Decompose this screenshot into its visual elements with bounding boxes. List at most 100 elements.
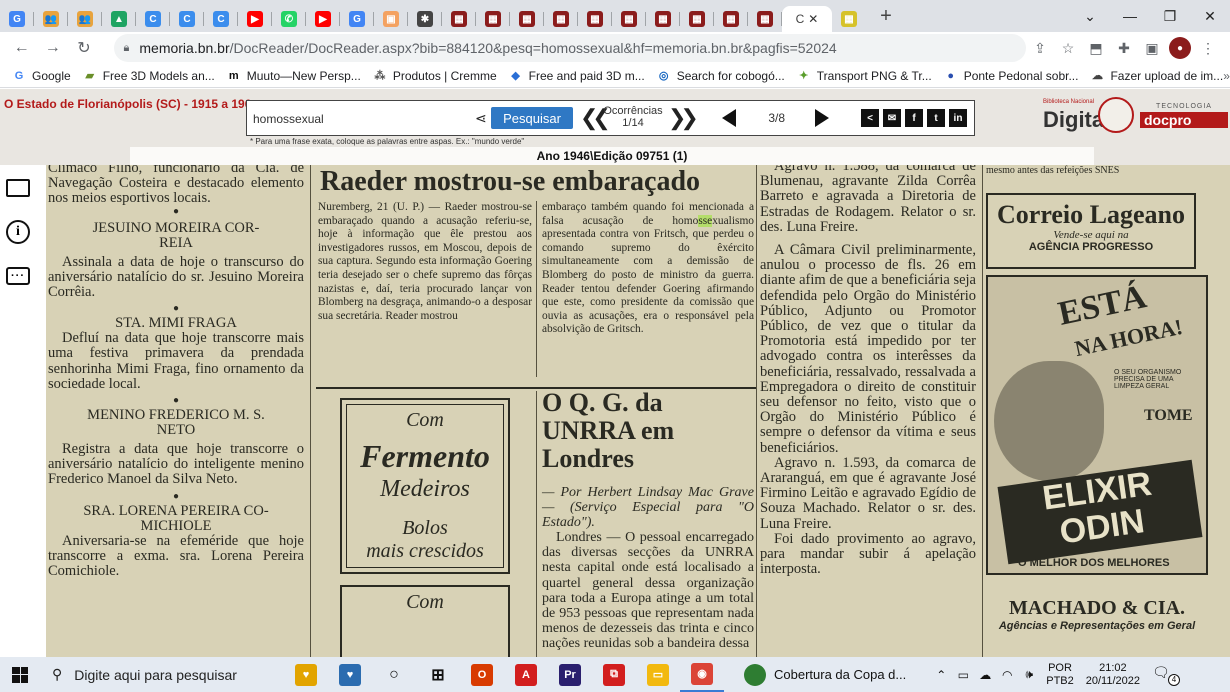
browser-tab[interactable]: C — [170, 6, 204, 32]
bookmarks-more-button[interactable]: » — [1223, 69, 1230, 83]
browser-tab[interactable]: G — [340, 6, 374, 32]
browser-tab[interactable]: ▦ — [442, 6, 476, 32]
avatar[interactable]: ● — [1169, 37, 1191, 59]
browser-tab[interactable]: ▦ — [646, 6, 680, 32]
taskbar-app[interactable]: ♥ — [284, 657, 328, 692]
social-share: < ✉ f t in — [861, 109, 971, 127]
youtube-icon: ▶ — [247, 11, 263, 27]
browser-tab[interactable]: ▶ — [238, 6, 272, 32]
email-icon[interactable]: ✉ — [883, 109, 901, 127]
taskbar-app[interactable]: ○ — [372, 657, 416, 692]
volume-icon[interactable]: 🕪︎ — [1018, 667, 1040, 682]
bookmark-item[interactable]: m Muuto—New Persp... — [227, 69, 361, 83]
bookmark-item[interactable]: G Google — [12, 69, 71, 83]
browser-tab[interactable]: ✆ — [272, 6, 306, 32]
bookmark-item[interactable]: ⁂ Produtos | Cremme — [373, 69, 496, 83]
court-text: Agravo n. 1.593, da comarca de Araranguá… — [760, 454, 976, 532]
tab-last[interactable]: ▦ — [832, 6, 866, 32]
restore-icon[interactable]: ❐ — [1150, 0, 1190, 32]
bookmark-item[interactable]: ◎ Search for cobogó... — [657, 69, 785, 83]
extension-save-icon[interactable]: ⬒ — [1082, 34, 1110, 62]
browser-tab[interactable]: ✱ — [408, 6, 442, 32]
hemeroteca-logo[interactable]: Biblioteca Nacional Digital — [1040, 97, 1134, 139]
taskbar-app[interactable]: ⊞ — [416, 657, 460, 692]
tab-active[interactable]: C ✕ — [782, 6, 832, 32]
side-panel-icon[interactable]: ▣ — [1138, 34, 1166, 62]
cloud-icon[interactable]: ☁ — [974, 668, 996, 682]
taskbar-app[interactable]: O — [460, 657, 504, 692]
browser-tab[interactable]: ▦ — [476, 6, 510, 32]
taskbar-app[interactable]: ▭ — [636, 657, 680, 692]
bookmark-star-icon[interactable]: ☆ — [1054, 34, 1082, 62]
address-bar[interactable]: 🔒︎ memoria.bn.br/DocReader/DocReader.asp… — [113, 34, 1026, 62]
info-icon[interactable]: i — [5, 219, 31, 245]
share-page-icon[interactable]: ⇪ — [1026, 34, 1054, 62]
browser-tab[interactable]: C — [136, 6, 170, 32]
browser-tab[interactable]: ▦ — [578, 6, 612, 32]
browser-tab[interactable]: ▦ — [544, 6, 578, 32]
bookmark-item[interactable]: ✦ Transport PNG & Tr... — [797, 69, 932, 83]
taskbar-app[interactable]: A — [504, 657, 548, 692]
bookmark-item[interactable]: ▰ Free 3D Models an... — [83, 69, 214, 83]
new-tab-button[interactable]: + — [872, 2, 900, 30]
browser-tab[interactable]: G — [0, 6, 34, 32]
browser-tab[interactable]: ▦ — [714, 6, 748, 32]
search-input[interactable] — [253, 109, 493, 129]
start-button[interactable] — [0, 657, 40, 692]
bookmark-item[interactable]: ● Ponte Pedonal sobr... — [944, 69, 1078, 83]
reload-icon[interactable]: ↻ — [70, 34, 97, 62]
browser-tab[interactable]: ▶ — [306, 6, 340, 32]
browser-toolbar: ← → ↻ 🔒︎ memoria.bn.br/DocReader/DocRead… — [0, 32, 1230, 64]
clock[interactable]: 21:02 20/11/2022 — [1086, 662, 1140, 688]
search-button[interactable]: Pesquisar — [491, 107, 573, 129]
twitter-icon[interactable]: t — [927, 109, 945, 127]
weather-widget[interactable]: Cobertura da Copa d... — [744, 663, 906, 686]
folder-icon[interactable] — [5, 175, 31, 201]
page-number[interactable]: 3/8 — [743, 107, 793, 129]
browser-tab[interactable]: ▦ — [612, 6, 646, 32]
close-window-icon[interactable]: ✕ — [1190, 0, 1230, 32]
comments-icon[interactable]: ··· — [5, 263, 31, 289]
share-icon[interactable]: ⋖ — [475, 110, 487, 127]
minimize-icon[interactable]: — — [1110, 0, 1150, 32]
browser-tab[interactable]: ▣ — [374, 6, 408, 32]
lock-icon[interactable]: 🔒︎ — [124, 42, 130, 55]
next-occurrence-icon[interactable]: ❯❯ — [668, 105, 699, 131]
battery-icon[interactable]: ▭ — [952, 668, 974, 682]
muuto-icon: m — [228, 69, 239, 82]
newspaper-page: Climaco Filho, funcionário da Cia. de Na… — [46, 165, 1230, 657]
taskbar-search[interactable]: ⚲ Digite aqui para pesquisar — [40, 657, 284, 692]
taskbar-app[interactable]: ◉ — [680, 657, 724, 692]
browser-tab[interactable]: ▦ — [748, 6, 782, 32]
taskbar-app[interactable]: Pr — [548, 657, 592, 692]
facebook-icon[interactable]: f — [905, 109, 923, 127]
taskbar-app[interactable]: ♥ — [328, 657, 372, 692]
browser-tab[interactable]: C — [204, 6, 238, 32]
browser-tab[interactable]: 👥 — [34, 6, 68, 32]
bookmark-item[interactable]: ☁ Fazer upload de im... — [1090, 69, 1223, 83]
extensions-icon[interactable]: ✚ — [1110, 34, 1138, 62]
browser-tab[interactable]: 👥 — [68, 6, 102, 32]
close-tab-icon[interactable]: ✕ — [808, 12, 818, 26]
url-host: memoria.bn.br — [139, 40, 230, 56]
browser-tab[interactable]: ▦ — [680, 6, 714, 32]
forward-icon[interactable]: → — [39, 34, 66, 62]
language-indicator[interactable]: POR PTB2 — [1046, 662, 1074, 688]
wifi-icon[interactable]: ◠ — [996, 668, 1018, 682]
docpro-logo[interactable]: TECNOLOGIA docpro — [1140, 103, 1228, 128]
menu-icon[interactable]: ⋮ — [1194, 34, 1222, 62]
document-viewport[interactable]: Climaco Filho, funcionário da Cia. de Na… — [36, 165, 1230, 657]
previous-page-icon[interactable] — [722, 109, 736, 127]
next-page-icon[interactable] — [815, 109, 829, 127]
bookmark-item[interactable]: ◆ Free and paid 3D m... — [509, 69, 644, 83]
tray-chevron-icon[interactable]: ⌃ — [930, 668, 952, 682]
linkedin-icon[interactable]: in — [949, 109, 967, 127]
previous-occurrence-icon[interactable]: ❮❮ — [580, 105, 611, 131]
notifications-button[interactable]: 🗨︎ 4 — [1152, 664, 1182, 686]
tab-search-icon[interactable]: ⌄ — [1070, 0, 1110, 32]
share-icon-small[interactable]: < — [861, 109, 879, 127]
back-icon[interactable]: ← — [8, 34, 35, 62]
browser-tab[interactable]: ▦ — [510, 6, 544, 32]
taskbar-app[interactable]: ⧉ — [592, 657, 636, 692]
browser-tab[interactable]: ▲ — [102, 6, 136, 32]
